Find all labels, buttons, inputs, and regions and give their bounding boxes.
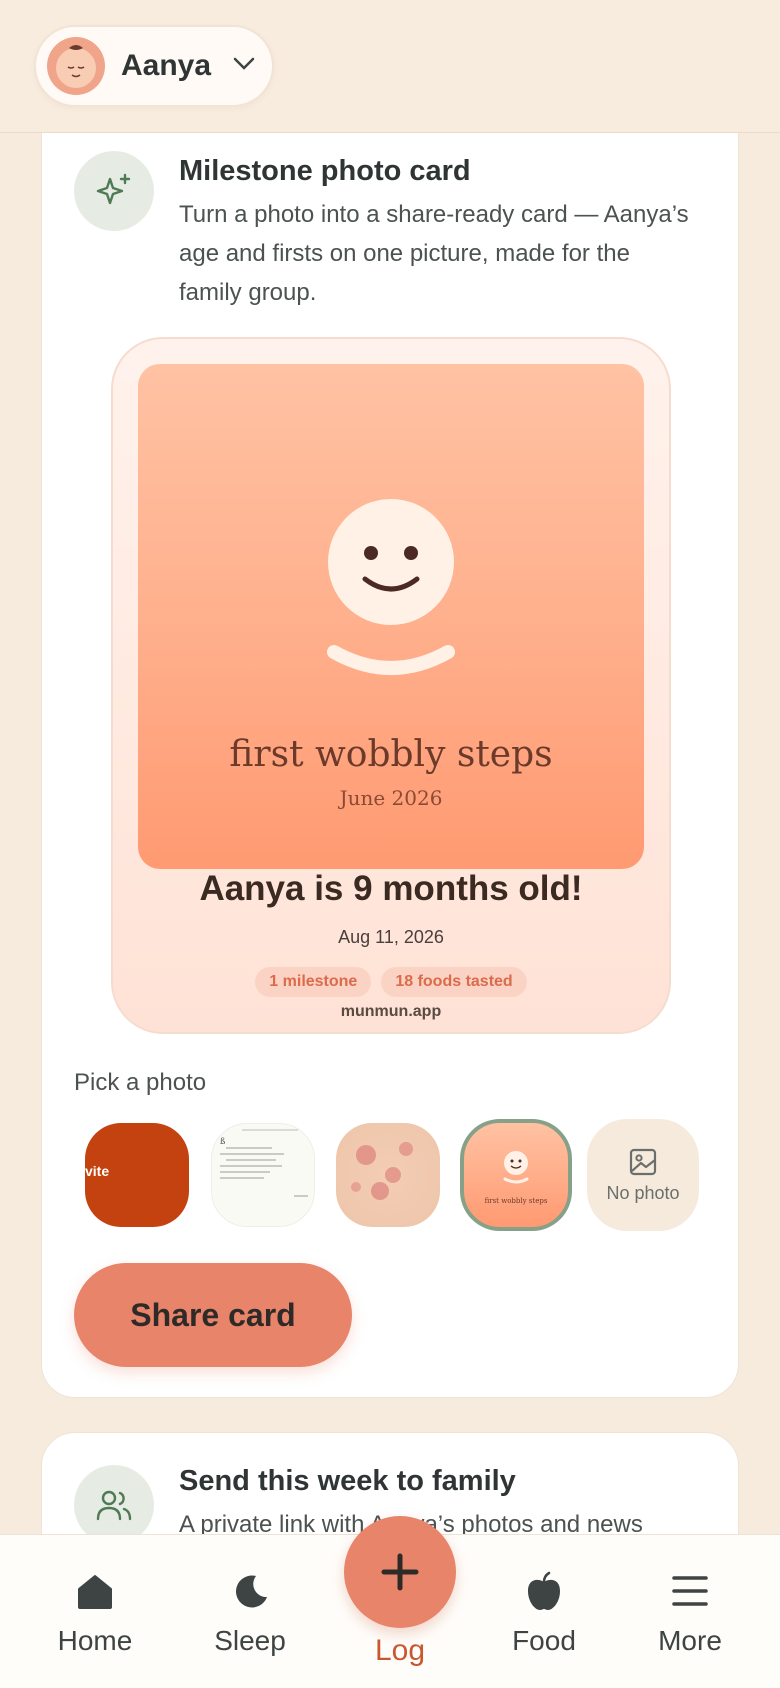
card-title: Milestone photo card	[179, 155, 471, 187]
milestone-photo-card: Milestone photo card Turn a photo into a…	[41, 100, 739, 1398]
home-icon	[75, 1567, 115, 1615]
moon-icon	[230, 1567, 270, 1615]
people-icon	[74, 1465, 154, 1545]
nav-sleep[interactable]: Sleep	[190, 1535, 310, 1688]
photo-thumb-rash[interactable]	[336, 1123, 440, 1227]
brand-watermark: munmun.app	[340, 1003, 442, 1020]
no-photo-option[interactable]: No photo	[587, 1119, 699, 1231]
card-description: Turn a photo into a share-ready card — A…	[179, 201, 689, 306]
card-date: Aug 11, 2026	[338, 927, 444, 947]
card-preview: first wobbly steps June 2026 Aanya is 9 …	[111, 337, 671, 1034]
app-header: Aanya	[0, 0, 780, 133]
nav-food[interactable]: Food	[484, 1535, 604, 1688]
svg-text:ß: ß	[220, 1137, 225, 1146]
child-avatar	[47, 37, 105, 95]
nav-home[interactable]: Home	[35, 1535, 155, 1688]
thumb-caption: first wobbly steps	[485, 1197, 548, 1205]
nav-sleep-label: Sleep	[214, 1625, 286, 1656]
age-headline: Aanya is 9 months old!	[199, 869, 583, 908]
image-icon	[629, 1148, 657, 1175]
child-name: Aanya	[121, 49, 212, 82]
nav-log-label: Log	[374, 1634, 426, 1667]
photo-title: first wobbly steps	[229, 734, 553, 775]
nav-more-label: More	[658, 1625, 722, 1656]
plus-icon	[381, 1553, 419, 1591]
photo-thumb-invite[interactable]: vite	[85, 1123, 189, 1227]
log-button[interactable]	[344, 1516, 456, 1628]
photo-date: June 2026	[339, 786, 443, 810]
child-switcher[interactable]: Aanya	[34, 25, 274, 107]
thumb-text: vite	[85, 1163, 110, 1179]
sparkles-icon	[74, 151, 154, 231]
stats-chips: 1 milestone 18 foods tasted	[113, 967, 669, 997]
share-card-button[interactable]: Share card	[74, 1263, 352, 1367]
photo-thumb-selected[interactable]: first wobbly steps	[460, 1119, 572, 1231]
nav-food-label: Food	[512, 1625, 576, 1656]
milestone-chip: 1 milestone	[255, 967, 372, 997]
pick-photo-label: Pick a photo	[74, 1069, 207, 1096]
milestone-photo: first wobbly steps June 2026	[138, 364, 644, 869]
foods-chip: 18 foods tasted	[381, 967, 527, 997]
menu-icon	[671, 1567, 709, 1615]
chevron-down-icon	[233, 57, 255, 76]
no-photo-label: No photo	[606, 1182, 680, 1203]
photo-picker: vite ß first wobbly steps No photo	[85, 1119, 725, 1231]
apple-icon	[524, 1567, 564, 1615]
nav-home-label: Home	[57, 1625, 133, 1656]
photo-thumb-note[interactable]: ß	[211, 1123, 315, 1227]
family-card-title: Send this week to family	[179, 1465, 516, 1497]
nav-more[interactable]: More	[630, 1535, 750, 1688]
